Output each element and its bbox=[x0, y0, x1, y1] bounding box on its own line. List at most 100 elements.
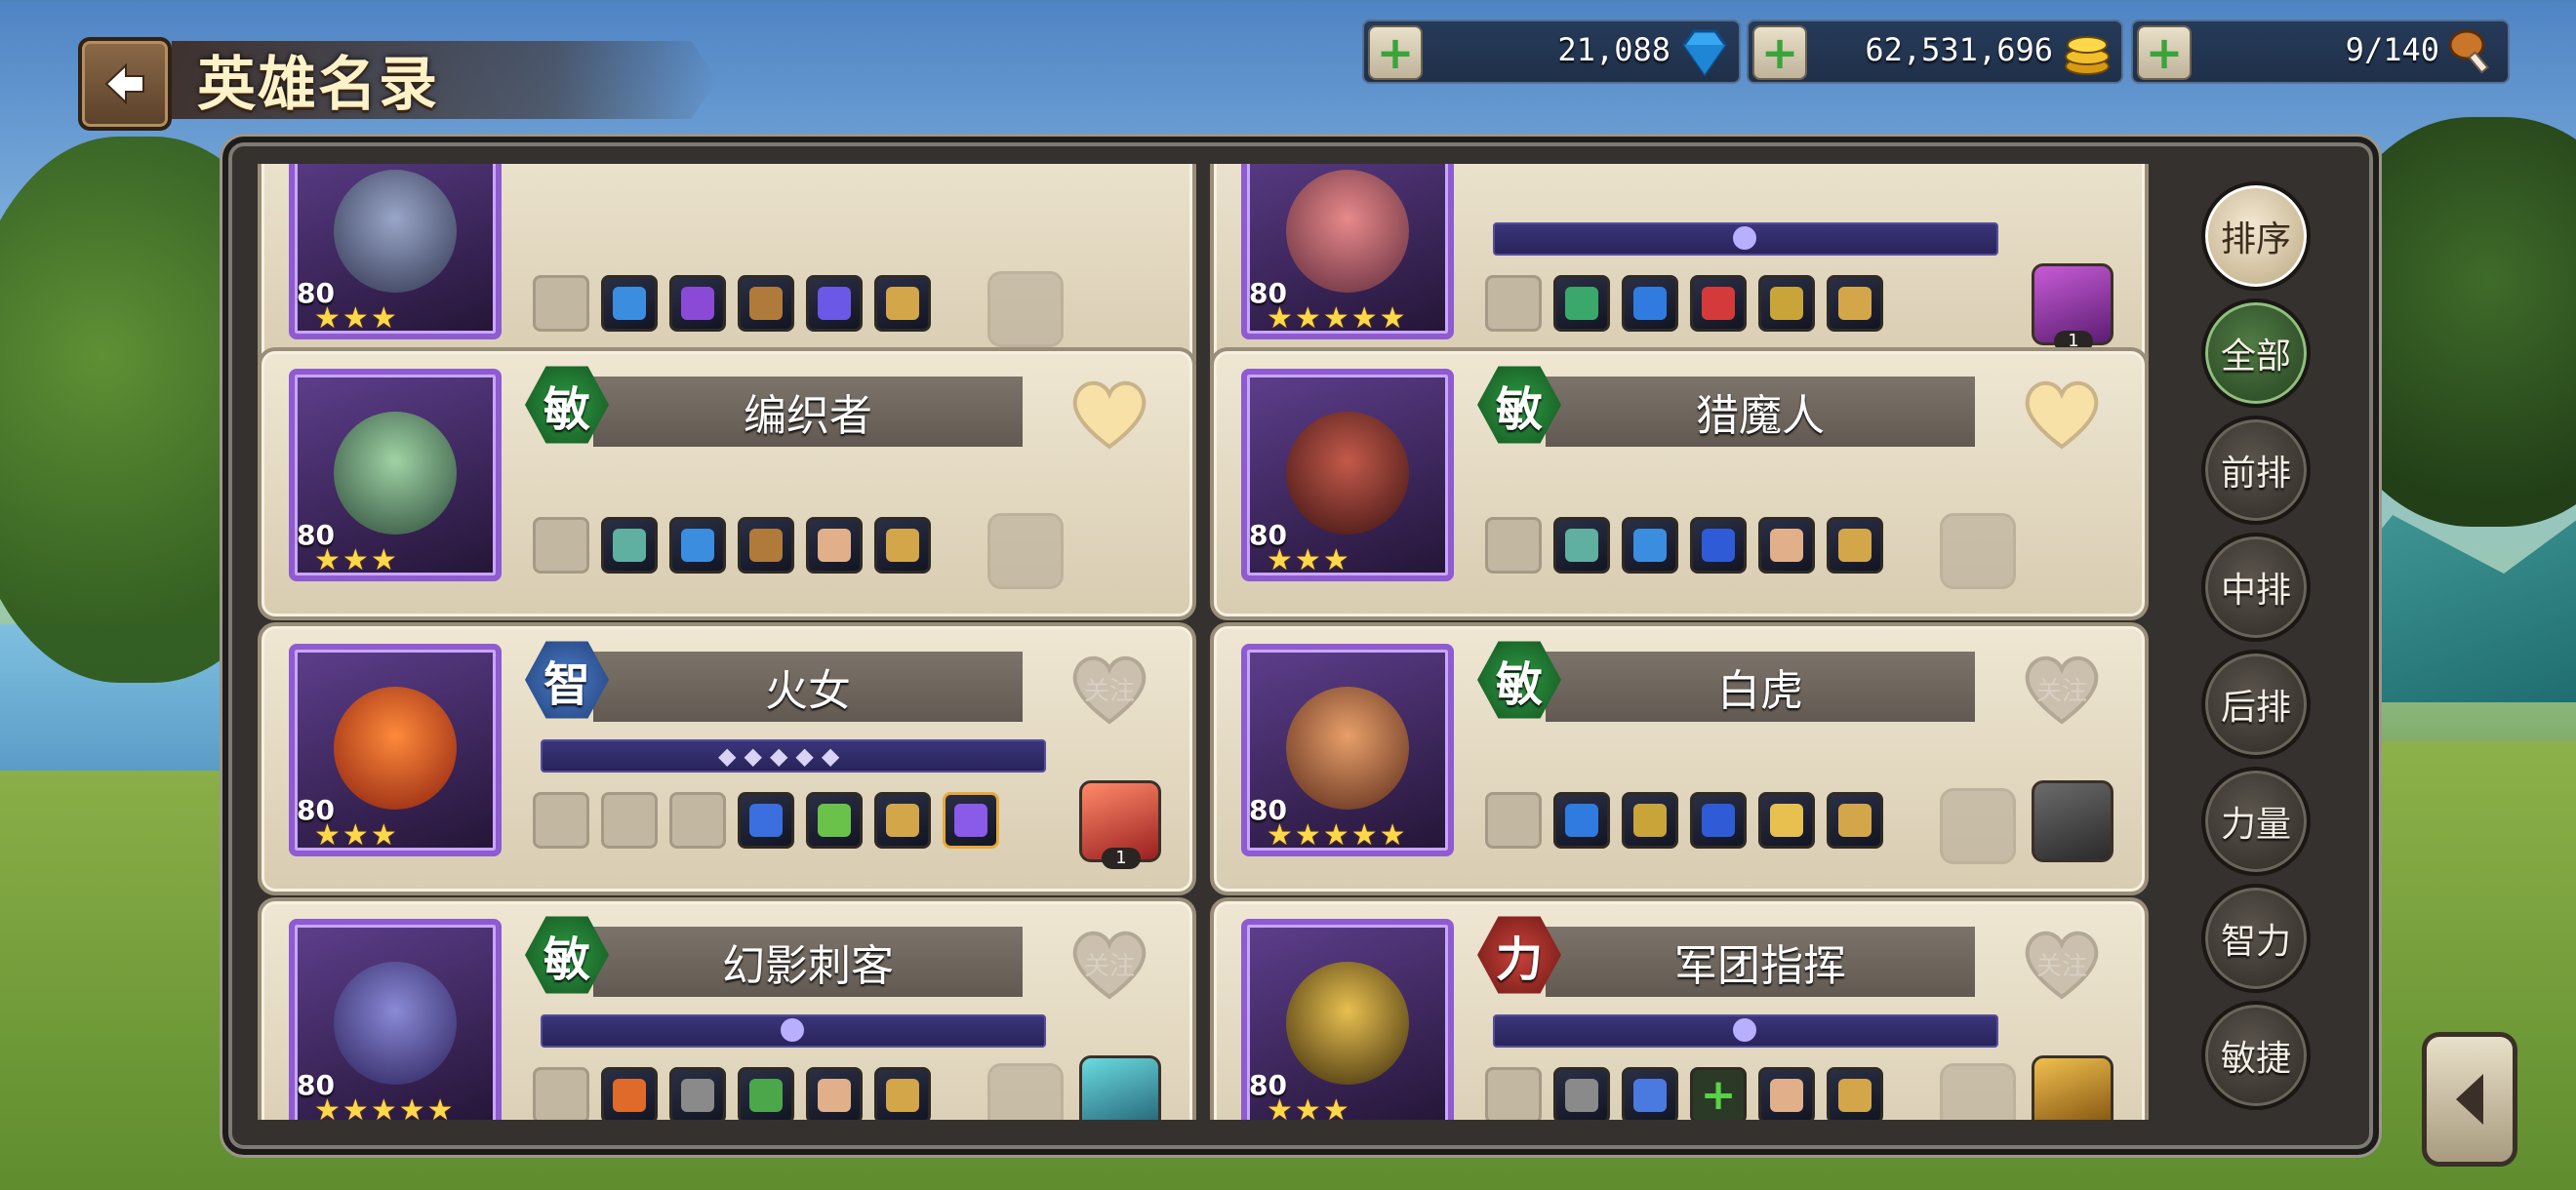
follow-heart-button[interactable]: 关注 bbox=[1066, 650, 1153, 728]
equipment-slot[interactable] bbox=[738, 792, 794, 849]
equipment-slot[interactable] bbox=[1827, 1067, 1883, 1120]
equipment-slot-empty[interactable] bbox=[601, 792, 658, 849]
equipment-slot[interactable] bbox=[1827, 792, 1883, 849]
equipment-slot[interactable] bbox=[1553, 275, 1610, 332]
equipment-slot[interactable] bbox=[874, 517, 931, 574]
equipment-slot[interactable] bbox=[601, 1067, 658, 1120]
equipment-slot[interactable] bbox=[1622, 792, 1678, 849]
artifact-slot-empty[interactable] bbox=[1940, 1063, 2016, 1120]
equipment-slot[interactable] bbox=[874, 275, 931, 332]
equipment-slot[interactable] bbox=[1827, 517, 1883, 574]
equipment-slot[interactable] bbox=[601, 275, 658, 332]
collapse-sidebar-button[interactable] bbox=[2422, 1032, 2517, 1167]
hero-name: 火女 bbox=[593, 652, 1023, 722]
equipment-slot-empty[interactable] bbox=[669, 792, 726, 849]
hero-card[interactable]: 80 ★★★ 军团指挥 力 关注 + 2 bbox=[1210, 897, 2149, 1120]
diamond-resource: + 21,088 bbox=[1362, 20, 1741, 84]
equipment-slot-empty[interactable] bbox=[1485, 1067, 1542, 1120]
hero-card[interactable]: 80 ★ ★ ★ ★ ★ 白虎 敏 关注 bbox=[1210, 622, 2149, 895]
favorite-heart-button[interactable] bbox=[1066, 375, 1153, 453]
equipment-slot[interactable] bbox=[1553, 792, 1610, 849]
hero-name: 编织者 bbox=[593, 377, 1023, 447]
add-gold-button[interactable]: + bbox=[1752, 25, 1807, 80]
hero-stars: ★ ★ ★ ★ ★ bbox=[1267, 818, 1406, 853]
lock-icon bbox=[1733, 226, 1756, 250]
equipment-slot[interactable] bbox=[1758, 517, 1815, 574]
equipment-slot[interactable] bbox=[874, 1067, 931, 1120]
hero-card[interactable]: 80 ★ ★ ★ 编织者 敏 bbox=[258, 347, 1196, 620]
hero-card[interactable]: 80 ★ ★ ★ ★ ★ 1 bbox=[1210, 164, 2149, 378]
artifact-slot[interactable]: 1 bbox=[1079, 780, 1161, 869]
equipment-slot[interactable] bbox=[874, 792, 931, 849]
equipment-slot[interactable] bbox=[601, 517, 658, 574]
add-diamonds-button[interactable]: + bbox=[1368, 25, 1423, 80]
equipment-slot[interactable] bbox=[738, 1067, 794, 1120]
equipment-slot-empty[interactable] bbox=[533, 792, 589, 849]
favorite-heart-button[interactable] bbox=[2018, 375, 2106, 453]
follow-label: 关注 bbox=[1083, 677, 1135, 706]
equipment-slot[interactable] bbox=[738, 275, 794, 332]
hero-card[interactable]: 80 ★ ★ ★ bbox=[258, 164, 1196, 378]
equipment-slot[interactable] bbox=[1758, 792, 1815, 849]
equipment-slot[interactable] bbox=[1622, 275, 1678, 332]
hero-list[interactable]: 80 ★ ★ ★ 80 ★ ★ ★ ★ ★ 1 80 ★ ★ ★ 编织者 敏 8… bbox=[238, 164, 2160, 1120]
equipment-slot-empty[interactable] bbox=[533, 275, 589, 332]
hero-card[interactable]: 80 ★★★★★ 幻影刺客 敏 关注 12 bbox=[258, 897, 1196, 1120]
follow-heart-button[interactable]: 关注 bbox=[2018, 650, 2106, 728]
sort-button[interactable]: 排序 bbox=[2201, 181, 2311, 291]
equipment-slot[interactable] bbox=[1690, 517, 1747, 574]
back-button[interactable] bbox=[78, 37, 172, 131]
artifact-slot-empty[interactable] bbox=[987, 1063, 1064, 1120]
tab-front-row[interactable]: 前排 bbox=[2201, 416, 2311, 525]
equipment-slot[interactable] bbox=[1758, 275, 1815, 332]
equipment-slot[interactable] bbox=[669, 1067, 726, 1120]
equipment-slot[interactable] bbox=[669, 517, 726, 574]
equipment-slot[interactable] bbox=[806, 1067, 863, 1120]
equipment-slot-empty[interactable] bbox=[533, 1067, 589, 1120]
heart-icon bbox=[2025, 380, 2099, 450]
tab-back-row[interactable]: 后排 bbox=[2201, 650, 2311, 759]
tab-intellect[interactable]: 智力 bbox=[2201, 884, 2311, 993]
artifact-slot[interactable] bbox=[2032, 780, 2113, 862]
equipment-slot-empty[interactable] bbox=[1485, 275, 1542, 332]
equipment-slot[interactable] bbox=[806, 792, 863, 849]
equipment-slot[interactable] bbox=[1690, 792, 1747, 849]
tab-middle-row[interactable]: 中排 bbox=[2201, 533, 2311, 642]
tab-strength[interactable]: 力量 bbox=[2201, 767, 2311, 876]
artifact-slot[interactable]: 1 bbox=[2032, 263, 2113, 352]
equipment-slot[interactable] bbox=[1553, 1067, 1610, 1120]
hero-card[interactable]: 80 ★ ★ ★ 猎魔人 敏 bbox=[1210, 347, 2149, 620]
artifact-slot-empty[interactable] bbox=[987, 271, 1064, 347]
tab-agility[interactable]: 敏捷 bbox=[2201, 1001, 2311, 1110]
equipment-slot[interactable] bbox=[1758, 1067, 1815, 1120]
equipment-slot[interactable] bbox=[1827, 275, 1883, 332]
follow-heart-button[interactable]: 关注 bbox=[2018, 925, 2106, 1003]
equipment-slot[interactable] bbox=[1553, 517, 1610, 574]
equipment-slot[interactable] bbox=[1622, 517, 1678, 574]
equipment-slot[interactable] bbox=[806, 275, 863, 332]
artifact-slot-empty[interactable] bbox=[1940, 513, 2016, 589]
equipment-slot[interactable] bbox=[738, 517, 794, 574]
equipment-slot[interactable] bbox=[1622, 1067, 1678, 1120]
artifact-slot-empty[interactable] bbox=[1940, 788, 2016, 864]
artifact-slot[interactable]: 2 bbox=[2032, 1055, 2113, 1120]
gold-resource: + 62,531,696 bbox=[1747, 20, 2123, 84]
equipment-slot[interactable] bbox=[1690, 275, 1747, 332]
hero-progress-bar bbox=[541, 1014, 1046, 1048]
artifact-slot-empty[interactable] bbox=[987, 513, 1064, 589]
hero-card[interactable]: 80 ★ ★ ★ 火女 智 关注 ◆ ◆ ◆ ◆ ◆ 1 bbox=[258, 622, 1196, 895]
equipment-slot-empty[interactable] bbox=[533, 517, 589, 574]
hero-name: 猎魔人 bbox=[1546, 377, 1975, 447]
stamina-resource: + 9/140 bbox=[2131, 20, 2510, 84]
add-equipment-button[interactable]: + bbox=[1690, 1067, 1747, 1120]
equipment-slot-empty[interactable] bbox=[1485, 792, 1542, 849]
add-stamina-button[interactable]: + bbox=[2137, 25, 2192, 80]
equipment-slot-highlight[interactable] bbox=[943, 792, 999, 849]
tab-all[interactable]: 全部 bbox=[2201, 298, 2311, 408]
equipment-slot[interactable] bbox=[806, 517, 863, 574]
follow-heart-button[interactable]: 关注 bbox=[1066, 925, 1153, 1003]
equipment-slot-empty[interactable] bbox=[1485, 517, 1542, 574]
artifact-slot[interactable]: 12 bbox=[1079, 1055, 1161, 1120]
equipment-slot[interactable] bbox=[669, 275, 726, 332]
hero-name: 白虎 bbox=[1546, 652, 1975, 722]
